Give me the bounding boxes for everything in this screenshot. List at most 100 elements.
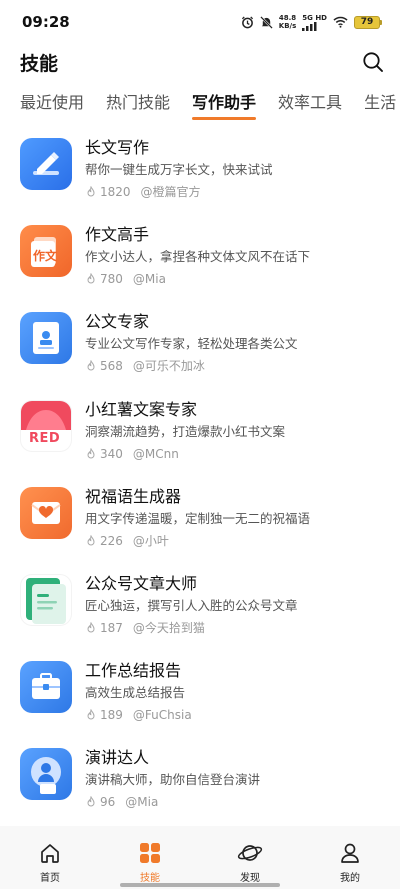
flame-icon xyxy=(87,534,95,546)
skill-title: 祝福语生成器 xyxy=(85,486,182,506)
skill-item-official-document[interactable]: 公文专家 专业公文写作专家，轻松处理各类公文 568 @可乐不加冰 xyxy=(0,302,400,389)
status-icons: 48.8 KB/s 5G HD 79 xyxy=(241,14,382,31)
alarm-icon xyxy=(241,15,253,28)
pen-icon xyxy=(20,138,72,190)
use-count: 340 xyxy=(100,446,123,461)
nav-label: 技能 xyxy=(140,873,160,884)
tab-efficiency[interactable]: 效率工具 xyxy=(278,84,342,126)
use-count: 568 xyxy=(100,359,123,374)
author-name: @FuChsia xyxy=(132,708,192,723)
skill-item-red-note-copywriting[interactable]: RED 小红薯文案专家 洞察潮流趋势，打造爆款小红书文案 340 @MCnn xyxy=(0,390,400,477)
nav-label: 首页 xyxy=(40,873,60,884)
skill-desc: 洞察潮流趋势，打造爆款小红书文案 xyxy=(85,423,286,439)
skill-list: 长文写作 帮你一键生成万字长文，快来试试 1820 @橙篇官方 作文 作文高手 … xyxy=(0,128,400,826)
skill-title: 工作总结报告 xyxy=(85,661,182,681)
skill-item-essay-master[interactable]: 作文 作文高手 作文小达人，拿捏各种文体文风不在话下 780 @Mia xyxy=(0,215,400,302)
author-name: @Mia xyxy=(125,795,159,810)
flame-icon xyxy=(87,273,95,284)
skill-desc: 作文小达人，拿捏各种文体文风不在话下 xyxy=(85,249,311,265)
use-count: 1820 xyxy=(100,185,131,199)
skill-item-long-article[interactable]: 长文写作 帮你一键生成万字长文，快来试试 1820 @橙篇官方 xyxy=(0,128,400,215)
skill-title: 演讲达人 xyxy=(85,748,150,768)
skill-item-speech-master[interactable]: 演讲达人 演讲稿大师，助你自信登台演讲 96 @Mia xyxy=(0,738,400,825)
status-time: 09:28 xyxy=(22,13,70,31)
battery-icon: 79 xyxy=(354,15,382,29)
skill-meta: 189 @FuChsia xyxy=(85,706,380,724)
home-icon xyxy=(41,844,59,863)
skill-meta: 340 @MCnn xyxy=(85,445,380,463)
flame-icon xyxy=(87,447,95,458)
use-count: 96 xyxy=(100,795,116,810)
page-header: 技能 xyxy=(0,44,400,80)
briefcase-icon xyxy=(20,661,72,714)
skill-meta: 226 @小叶 xyxy=(85,532,380,550)
heart-letter-icon xyxy=(20,486,72,539)
nav-label: 发现 xyxy=(240,873,260,884)
network-type: 5G HD xyxy=(302,14,327,31)
search-icon[interactable] xyxy=(362,51,384,73)
skill-meta: 780 @Mia xyxy=(85,270,380,288)
essay-icon-label: 作文 xyxy=(33,249,58,264)
flame-icon xyxy=(87,621,95,633)
skills-grid-icon xyxy=(140,843,160,863)
skill-meta: 1820 @橙篇官方 xyxy=(85,183,380,201)
nav-discover[interactable]: 发现 xyxy=(200,826,300,889)
red-note-icon-label: RED xyxy=(29,430,61,446)
use-count: 189 xyxy=(100,708,123,723)
author-name: @Mia xyxy=(132,272,166,287)
skill-desc: 高效生成总结报告 xyxy=(85,685,186,701)
skill-desc: 匠心独运，撰写引人入胜的公众号文章 xyxy=(85,597,298,613)
flame-icon xyxy=(87,796,95,807)
skill-desc: 用文字传递温暖，定制独一无二的祝福语 xyxy=(85,510,311,526)
red-note-icon: RED xyxy=(20,399,72,452)
category-tabs: 最近使用 热门技能 写作助手 效率工具 生活 xyxy=(0,84,400,126)
network-speed: 48.8 KB/s xyxy=(278,14,297,30)
tab-popular[interactable]: 热门技能 xyxy=(106,84,170,126)
skill-item-greeting-generator[interactable]: 祝福语生成器 用文字传递温暖，定制独一无二的祝福语 226 @小叶 xyxy=(0,477,400,564)
mute-icon xyxy=(259,15,273,29)
skill-item-work-summary[interactable]: 工作总结报告 高效生成总结报告 189 @FuChsia xyxy=(0,651,400,738)
home-indicator xyxy=(120,883,280,887)
speech-icon xyxy=(20,748,72,801)
page-title: 技能 xyxy=(20,52,59,75)
skill-meta: 187 @今天拾到猫 xyxy=(85,619,380,637)
skill-desc: 演讲稿大师，助你自信登台演讲 xyxy=(85,772,261,788)
skill-title: 小红薯文案专家 xyxy=(85,399,198,419)
use-count: 780 xyxy=(100,272,123,287)
flame-icon xyxy=(87,186,95,197)
author-name: @可乐不加冰 xyxy=(132,359,205,374)
skill-meta: 568 @可乐不加冰 xyxy=(85,357,380,375)
nav-skills[interactable]: 技能 xyxy=(100,826,200,889)
skill-title: 长文写作 xyxy=(85,138,150,157)
skill-desc: 帮你一键生成万字长文，快来试试 xyxy=(85,162,273,177)
skill-title: 作文高手 xyxy=(85,225,150,245)
skill-title: 公众号文章大师 xyxy=(85,573,198,593)
use-count: 187 xyxy=(100,620,123,635)
skill-meta: 96 @Mia xyxy=(85,793,380,811)
article-icon xyxy=(20,573,72,626)
flame-icon xyxy=(87,709,95,720)
planet-icon xyxy=(237,845,263,861)
bottom-nav: 首页 技能 发现 我的 xyxy=(0,826,400,889)
use-count: 226 xyxy=(100,533,123,548)
document-icon xyxy=(20,312,72,365)
tab-recent[interactable]: 最近使用 xyxy=(20,84,84,126)
nav-label: 我的 xyxy=(340,873,360,884)
essay-icon: 作文 xyxy=(20,225,72,278)
status-bar: 09:28 48.8 KB/s 5G HD 79 xyxy=(0,0,400,44)
skill-item-public-account-article[interactable]: 公众号文章大师 匠心独运，撰写引人入胜的公众号文章 187 @今天拾到猫 xyxy=(0,564,400,651)
skill-desc: 专业公文写作专家，轻松处理各类公文 xyxy=(85,336,298,352)
nav-home[interactable]: 首页 xyxy=(0,826,100,889)
wifi-icon xyxy=(333,16,348,28)
tab-writing-assistant[interactable]: 写作助手 xyxy=(192,84,257,126)
signal-icon xyxy=(302,21,317,31)
skill-title: 公文专家 xyxy=(85,312,150,332)
author-name: @小叶 xyxy=(132,533,169,548)
author-name: @橙篇官方 xyxy=(140,185,201,199)
profile-icon xyxy=(341,843,359,863)
flame-icon xyxy=(87,360,95,371)
tab-life[interactable]: 生活 xyxy=(364,84,396,126)
author-name: @MCnn xyxy=(132,446,179,461)
nav-profile[interactable]: 我的 xyxy=(300,826,400,889)
author-name: @今天拾到猫 xyxy=(132,620,205,635)
